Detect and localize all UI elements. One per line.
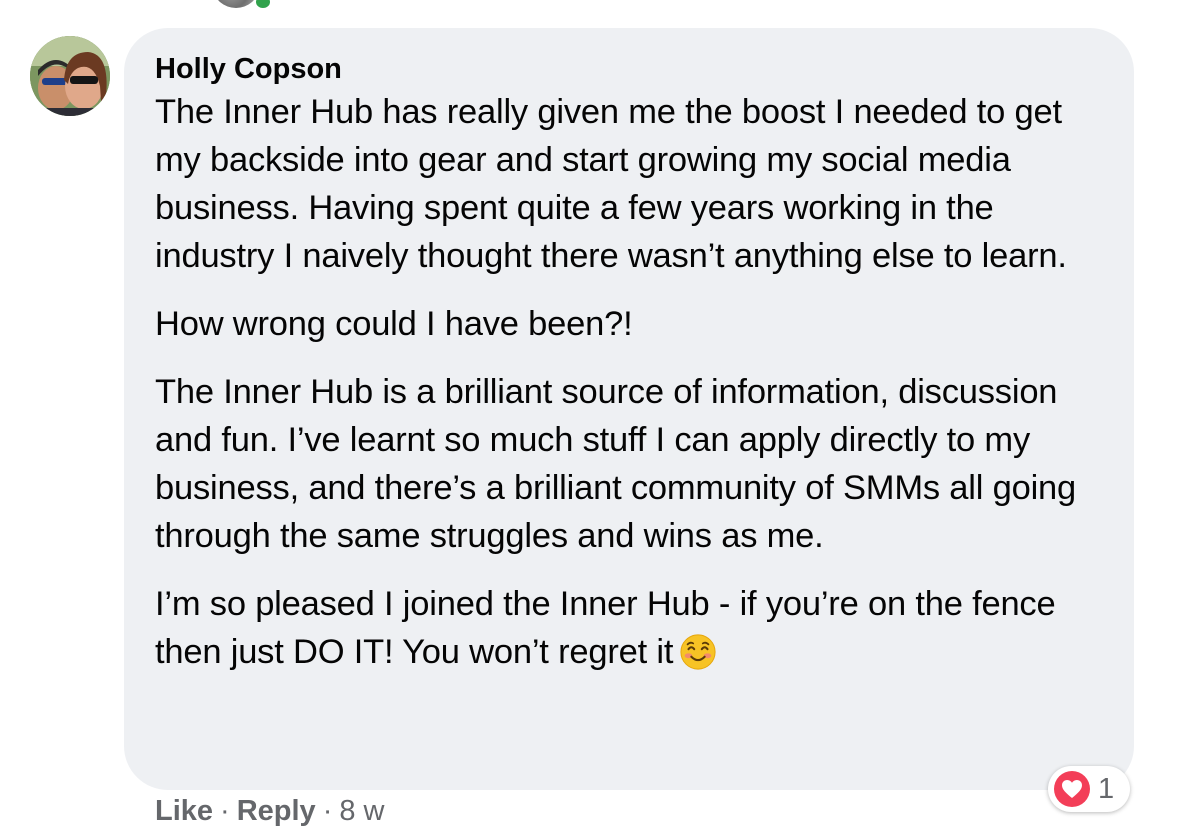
reply-button[interactable]: Reply	[237, 795, 316, 827]
comment-paragraph: The Inner Hub has really given me the bo…	[155, 93, 1067, 275]
comment-paragraph-text: I’m so pleased I joined the Inner Hub - …	[155, 585, 1056, 671]
previous-comment-avatar[interactable]	[214, 0, 258, 8]
separator: ·	[322, 795, 333, 827]
separator: ·	[220, 795, 230, 827]
comment-bubble: Holly Copson The Inner Hub has really gi…	[124, 28, 1134, 790]
comment-thread: Holly Copson The Inner Hub has really gi…	[0, 0, 1196, 838]
comment-author-name[interactable]: Holly Copson	[155, 52, 1104, 86]
smiling-face-emoji-icon	[680, 634, 716, 670]
comment-paragraph: How wrong could I have been?!	[155, 305, 633, 343]
like-button[interactable]: Like	[155, 795, 213, 827]
comment-actions: Like · Reply · 8 w	[155, 792, 385, 830]
reactions-badge[interactable]: 1	[1048, 766, 1130, 812]
heart-icon	[1054, 771, 1090, 807]
reaction-count: 1	[1098, 772, 1115, 805]
comment-paragraph-last: I’m so pleased I joined the Inner Hub - …	[155, 580, 1104, 676]
online-status-dot	[254, 0, 272, 10]
comment-paragraph: The Inner Hub is a brilliant source of i…	[155, 373, 1077, 555]
comment-timestamp[interactable]: 8 w	[339, 795, 384, 827]
avatar[interactable]	[30, 36, 110, 116]
